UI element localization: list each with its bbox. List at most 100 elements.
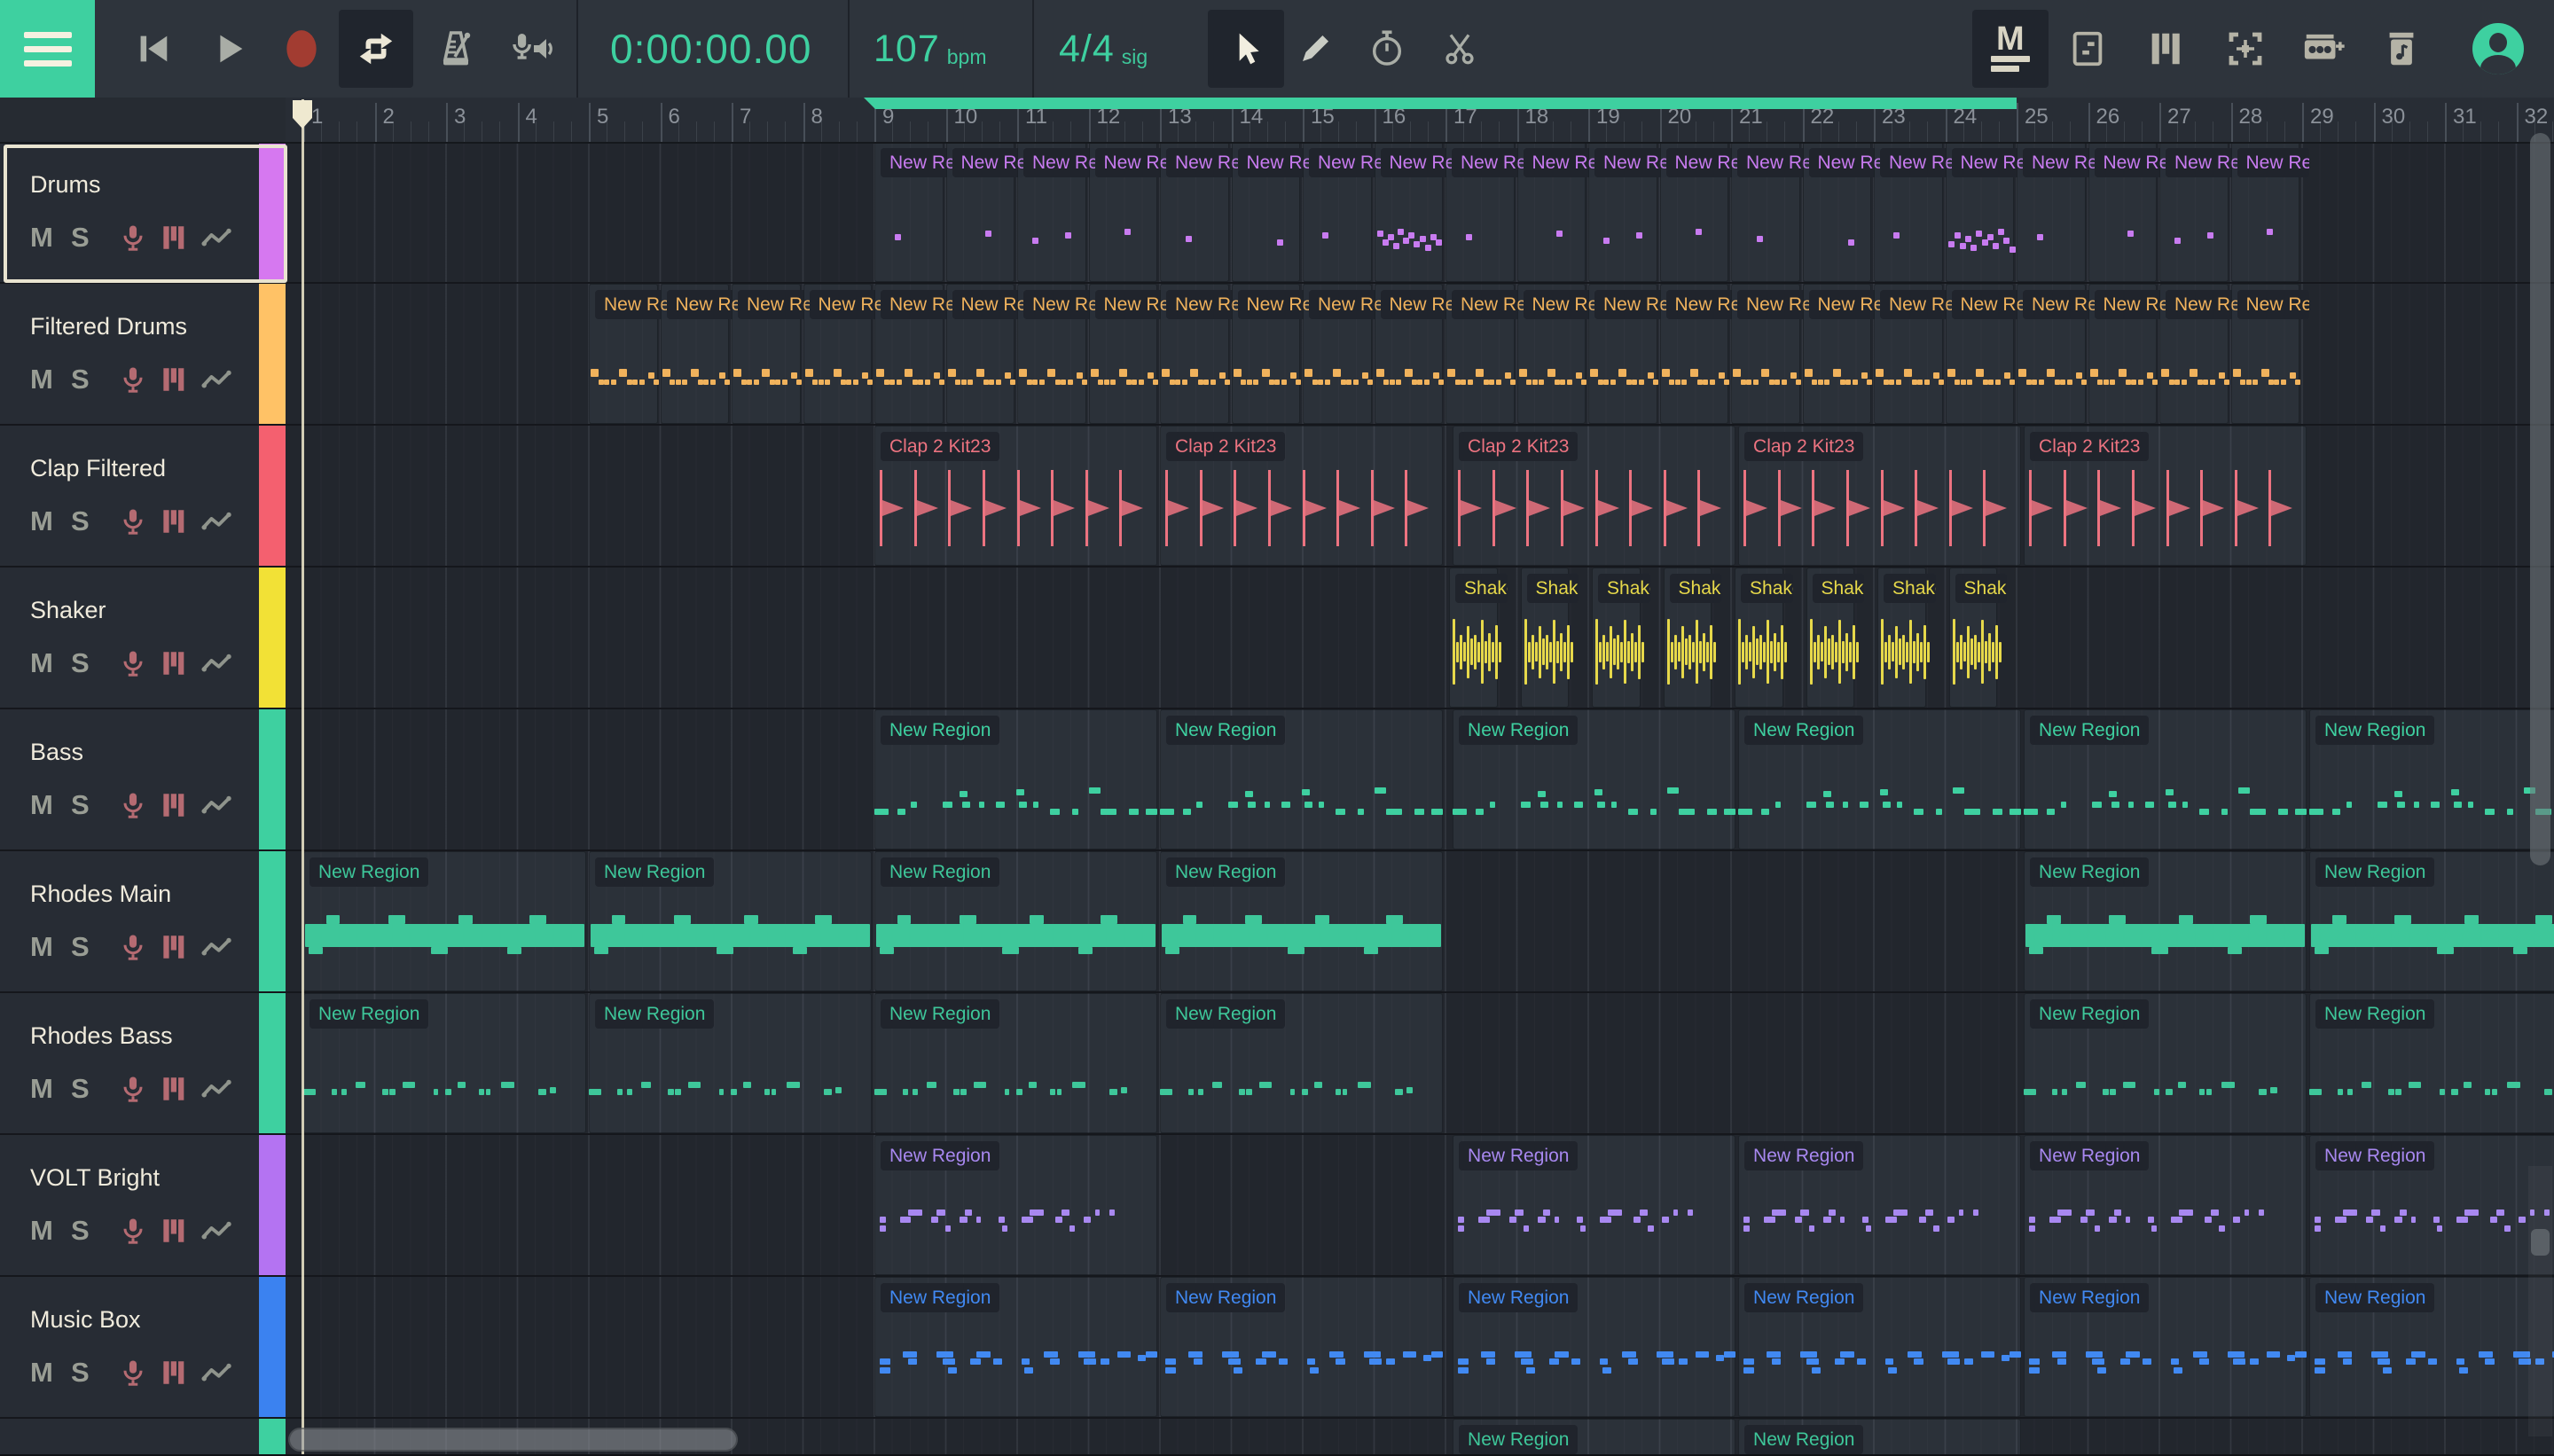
region[interactable]: New Region: [1445, 284, 1515, 424]
region[interactable]: Shaker: [1949, 568, 1998, 708]
region[interactable]: New Region: [2159, 142, 2229, 282]
region[interactable]: New Region: [2024, 1135, 2307, 1275]
mute-button[interactable]: M: [30, 364, 53, 395]
region[interactable]: New Region: [1160, 709, 1443, 849]
editor-button[interactable]: [2052, 10, 2123, 88]
region[interactable]: Shaker: [1592, 568, 1641, 708]
scissors-tool-button[interactable]: [1424, 10, 1495, 88]
region[interactable]: New Region: [1517, 284, 1586, 424]
region[interactable]: New Region: [1232, 142, 1301, 282]
region[interactable]: New Region: [661, 284, 730, 424]
stopwatch-tool-button[interactable]: [1351, 10, 1422, 88]
mute-button[interactable]: M: [30, 789, 53, 821]
region[interactable]: New Region: [1803, 142, 1872, 282]
quantize-button[interactable]: [2210, 10, 2281, 88]
region[interactable]: New Region: [2024, 851, 2307, 991]
horizontal-scrollbar-thumb[interactable]: [288, 1428, 738, 1452]
vertical-zoom-thumb[interactable]: [2531, 1229, 2550, 1256]
region[interactable]: New Region: [1946, 142, 2015, 282]
loop-button[interactable]: [339, 10, 413, 88]
region[interactable]: New Region: [2088, 142, 2158, 282]
region[interactable]: New Region: [1453, 1277, 1735, 1417]
region[interactable]: New Region: [1588, 142, 1657, 282]
region[interactable]: New Region: [2309, 709, 2554, 849]
region[interactable]: New Region: [2309, 993, 2554, 1133]
menu-button[interactable]: [0, 0, 95, 98]
region[interactable]: New Region: [946, 284, 1015, 424]
solo-button[interactable]: S: [71, 931, 90, 963]
region[interactable]: New Region: [1946, 284, 2015, 424]
region[interactable]: New Region: [2024, 709, 2307, 849]
region[interactable]: Shaker: [1735, 568, 1783, 708]
region[interactable]: New Region: [874, 1277, 1157, 1417]
region[interactable]: New Region: [1017, 284, 1086, 424]
region[interactable]: New Region: [803, 284, 873, 424]
region[interactable]: Clap 2 Kit23: [874, 426, 1157, 566]
region[interactable]: New Region: [1160, 993, 1443, 1133]
region[interactable]: New Region: [874, 851, 1157, 991]
region[interactable]: New Region: [1738, 1419, 2021, 1456]
region[interactable]: New Region: [874, 1135, 1157, 1275]
region[interactable]: New Region: [589, 993, 872, 1133]
time-display[interactable]: 0:00:00.00: [610, 0, 811, 98]
region[interactable]: New Region: [874, 142, 944, 282]
region[interactable]: New Region: [1588, 284, 1657, 424]
skip-start-button[interactable]: [114, 10, 192, 88]
track-lane[interactable]: New RegionNew RegionNew RegionNew Region…: [286, 284, 2554, 426]
region[interactable]: New Region: [1160, 284, 1229, 424]
vertical-scrollbar-thumb[interactable]: [2530, 133, 2550, 865]
track-header[interactable]: Music BoxMS: [0, 1277, 259, 1419]
region[interactable]: New Region: [1089, 284, 1158, 424]
region[interactable]: New Region: [1517, 142, 1586, 282]
region[interactable]: New Region: [2024, 993, 2307, 1133]
region[interactable]: New Region: [1017, 142, 1086, 282]
region[interactable]: New Region: [1453, 709, 1735, 849]
region[interactable]: New Region: [2024, 1277, 2307, 1417]
region[interactable]: New Region: [1453, 1135, 1735, 1275]
track-lane[interactable]: New RegionNew RegionNew RegionNew Region…: [286, 709, 2554, 851]
region[interactable]: Shaker: [1449, 568, 1498, 708]
region[interactable]: New Region: [1731, 142, 1800, 282]
play-button[interactable]: [190, 10, 268, 88]
mute-button[interactable]: M: [30, 931, 53, 963]
track-lane[interactable]: Clap 2 Kit23Clap 2 Kit23Clap 2 Kit23Clap…: [286, 426, 2554, 568]
region[interactable]: New Region: [1738, 1277, 2021, 1417]
region[interactable]: New Region: [2088, 284, 2158, 424]
mute-button[interactable]: M: [30, 505, 53, 537]
region[interactable]: New Region: [589, 284, 658, 424]
library-button[interactable]: [2366, 10, 2437, 88]
mute-button[interactable]: M: [30, 222, 53, 254]
track-header[interactable]: VOLT BrightMS: [0, 1135, 259, 1277]
region[interactable]: New Region: [1232, 284, 1301, 424]
record-button[interactable]: [262, 10, 341, 88]
solo-button[interactable]: S: [71, 364, 90, 395]
region[interactable]: New Region: [732, 284, 801, 424]
region[interactable]: Shaker: [1521, 568, 1570, 708]
mute-button[interactable]: M: [30, 1073, 53, 1105]
solo-button[interactable]: S: [71, 647, 90, 679]
pencil-tool-button[interactable]: [1284, 10, 1346, 88]
region[interactable]: New Region: [589, 851, 872, 991]
region[interactable]: New Region: [1160, 1277, 1443, 1417]
region[interactable]: New Region: [303, 993, 586, 1133]
track-header[interactable]: ShakerMS: [0, 568, 259, 709]
region[interactable]: Clap 2 Kit23: [1738, 426, 2021, 566]
region[interactable]: New Region: [1874, 284, 1943, 424]
account-button[interactable]: [2472, 23, 2524, 74]
solo-button[interactable]: S: [71, 789, 90, 821]
region[interactable]: Shaker: [1806, 568, 1855, 708]
track-header[interactable]: DrumsMS: [0, 142, 259, 284]
region[interactable]: New Region: [1375, 284, 1444, 424]
region[interactable]: Clap 2 Kit23: [1453, 426, 1735, 566]
region[interactable]: New Region: [1089, 142, 1158, 282]
region[interactable]: New Region: [2309, 1277, 2554, 1417]
region[interactable]: New Region: [1303, 284, 1372, 424]
mute-button[interactable]: M: [30, 647, 53, 679]
mute-button[interactable]: M: [30, 1215, 53, 1247]
time-signature-display[interactable]: 4/4 sig: [1059, 0, 1148, 98]
input-monitor-button[interactable]: [493, 10, 571, 88]
region[interactable]: Clap 2 Kit23: [2024, 426, 2307, 566]
region[interactable]: New Region: [874, 284, 944, 424]
region[interactable]: New Region: [303, 851, 586, 991]
bpm-display[interactable]: 107 bpm: [874, 0, 987, 98]
